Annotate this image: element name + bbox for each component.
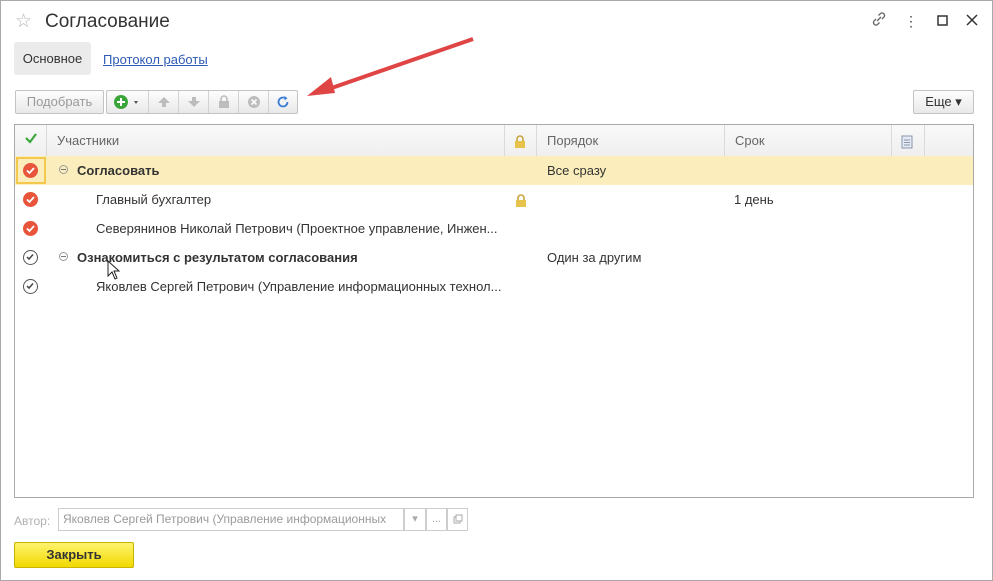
add-button[interactable] [107,91,149,113]
window-title: Согласование [45,11,170,32]
status-unchecked-icon[interactable] [23,250,38,265]
participant-name: Главный бухгалтер [96,192,212,207]
arrow-down-icon [187,97,200,107]
status-unchecked-icon[interactable] [23,279,38,294]
table-row[interactable]: Согласовать Все сразу [15,156,973,185]
participant-term: 1 день [734,192,774,207]
participant-name: Согласовать [77,163,160,178]
mouse-cursor-icon [107,260,121,280]
tab-protocol-link[interactable]: Протокол работы [103,52,208,67]
header-term[interactable]: Срок [725,125,892,156]
toolbar-button-group [106,90,298,114]
add-icon [113,95,138,109]
participant-name: Северянинов Николай Петрович (Проектное … [96,221,498,236]
status-checked-icon[interactable] [23,163,38,178]
header-check-icon[interactable] [15,125,47,156]
move-up-button[interactable] [149,91,179,113]
participant-name: Яковлев Сергей Петрович (Управление инфо… [96,279,502,294]
open-icon [453,514,462,524]
refresh-button[interactable] [269,91,297,113]
arrow-up-icon [157,97,170,107]
status-checked-icon[interactable] [23,221,38,236]
more-button[interactable]: Еще ▾ [913,90,974,114]
author-open-button[interactable] [447,508,468,531]
remove-button[interactable] [239,91,269,113]
header-lock-icon[interactable] [505,125,537,156]
refresh-icon [277,96,289,108]
more-menu-icon[interactable]: ⋮ [901,11,921,31]
participant-order: Все сразу [547,163,607,178]
lock-icon [515,185,531,214]
collapse-icon[interactable] [59,165,68,174]
table-header: Участники Порядок Срок [15,125,973,157]
favorite-star-icon[interactable]: ☆ [15,10,32,33]
link-icon[interactable] [869,11,889,31]
close-icon[interactable] [962,11,982,31]
tab-main[interactable]: Основное [14,42,91,75]
collapse-icon[interactable] [59,252,68,261]
more-label: Еще [925,94,952,109]
author-label: Автор: [14,514,51,528]
table-row[interactable]: Ознакомиться с результатом согласования … [15,243,973,272]
participants-table: Участники Порядок Срок Согласовать Все с… [14,124,974,498]
author-field[interactable]: Яковлев Сергей Петрович (Управление инфо… [58,508,404,531]
table-row[interactable]: Яковлев Сергей Петрович (Управление инфо… [15,272,973,301]
dialog-window: ☆ Согласование ⋮ Основное Протокол работ… [0,0,993,581]
participant-order: Один за другим [547,250,642,265]
annotation-arrow [307,37,474,96]
header-order[interactable]: Порядок [537,125,725,156]
participant-name: Ознакомиться с результатом согласования [77,250,358,265]
table-row[interactable]: Главный бухгалтер 1 день [15,185,973,214]
move-down-button[interactable] [179,91,209,113]
cancel-icon [247,96,260,108]
status-checked-icon[interactable] [23,192,38,207]
author-dropdown-button[interactable]: ▾ [404,508,426,531]
header-comment-icon[interactable] [892,125,925,156]
maximize-icon[interactable] [932,11,952,31]
pick-button[interactable]: Подобрать [15,90,104,114]
author-select-button[interactable]: ... [426,508,447,531]
table-row[interactable]: Северянинов Николай Петрович (Проектное … [15,214,973,243]
header-participants[interactable]: Участники [47,125,505,156]
close-button[interactable]: Закрыть [14,542,134,568]
lock-icon [218,95,229,108]
lock-button[interactable] [209,91,239,113]
